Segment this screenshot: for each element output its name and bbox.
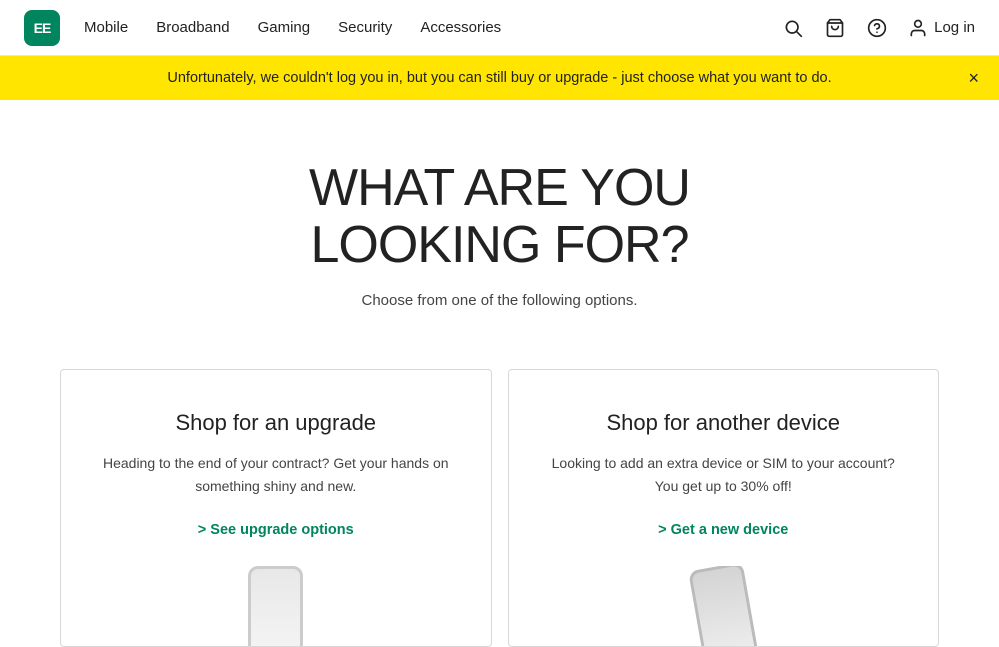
hero-section: WHAT ARE YOULOOKING FOR? Choose from one… xyxy=(0,100,999,329)
banner-close-button[interactable]: × xyxy=(968,69,979,87)
new-device-card-desc: Looking to add an extra device or SIM to… xyxy=(549,452,899,497)
phone-image xyxy=(248,566,303,646)
hero-subtitle: Choose from one of the following options… xyxy=(20,292,979,309)
new-device-card-link[interactable]: > Get a new device xyxy=(658,522,788,538)
nav-actions: Log in xyxy=(782,17,975,39)
new-device-card-image xyxy=(549,566,899,646)
nav-link-security[interactable]: Security xyxy=(338,19,392,36)
new-device-card: Shop for another device Looking to add a… xyxy=(508,369,940,647)
login-label: Log in xyxy=(934,19,975,36)
nav-link-broadband[interactable]: Broadband xyxy=(156,19,229,36)
upgrade-card-title: Shop for an upgrade xyxy=(101,410,451,436)
hero-title: WHAT ARE YOULOOKING FOR? xyxy=(20,160,979,274)
upgrade-card: Shop for an upgrade Heading to the end o… xyxy=(60,369,492,647)
nav-link-gaming[interactable]: Gaming xyxy=(258,19,311,36)
bag-icon[interactable] xyxy=(824,17,846,39)
logo-text: EE xyxy=(34,20,51,36)
brand-logo[interactable]: EE xyxy=(24,10,60,46)
main-nav: EE Mobile Broadband Gaming Security Acce… xyxy=(0,0,999,56)
upgrade-card-link[interactable]: > See upgrade options xyxy=(198,522,354,538)
nav-link-accessories[interactable]: Accessories xyxy=(420,19,501,36)
upgrade-card-desc: Heading to the end of your contract? Get… xyxy=(101,452,451,497)
notification-banner: Unfortunately, we couldn't log you in, b… xyxy=(0,56,999,100)
nav-link-mobile[interactable]: Mobile xyxy=(84,19,128,36)
cards-section: Shop for an upgrade Heading to the end o… xyxy=(0,329,999,647)
new-device-card-title: Shop for another device xyxy=(549,410,899,436)
nav-links: Mobile Broadband Gaming Security Accesso… xyxy=(84,19,782,36)
upgrade-card-image xyxy=(101,566,451,646)
login-button[interactable]: Log in xyxy=(908,18,975,38)
phone-image-2 xyxy=(688,566,759,646)
banner-message: Unfortunately, we couldn't log you in, b… xyxy=(167,70,831,86)
help-icon[interactable] xyxy=(866,17,888,39)
search-icon[interactable] xyxy=(782,17,804,39)
